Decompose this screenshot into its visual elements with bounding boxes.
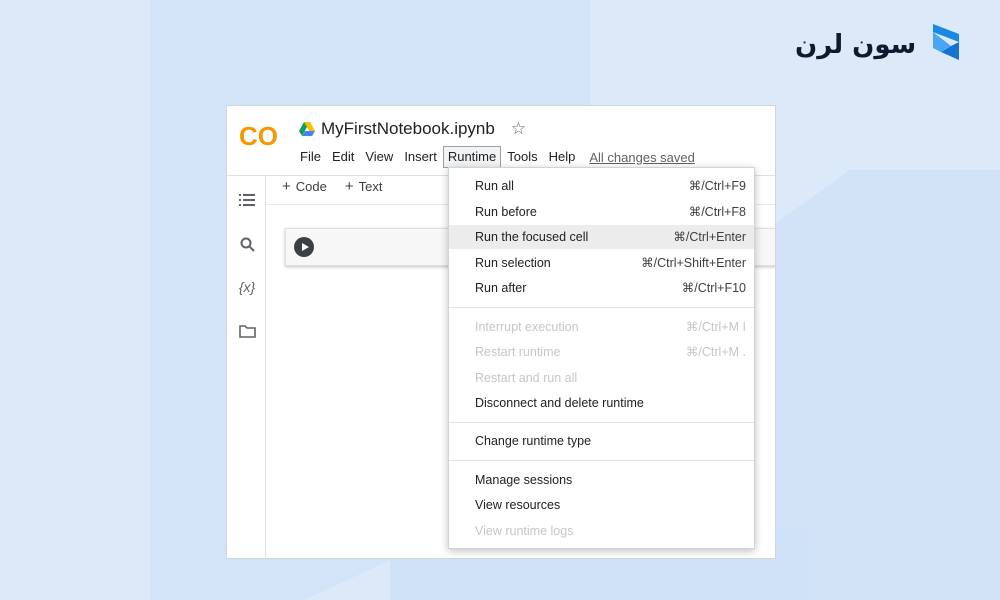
menu-item-label: Change runtime type bbox=[475, 434, 592, 449]
menu-item-manage-sessions[interactable]: Manage sessions bbox=[449, 468, 754, 492]
add-code-button[interactable]: + Code bbox=[282, 178, 327, 195]
menu-item-run-all[interactable]: Run all ⌘/Ctrl+F9 bbox=[449, 174, 754, 198]
menu-help[interactable]: Help bbox=[544, 146, 581, 168]
variables-icon[interactable]: {x} bbox=[237, 277, 257, 297]
menu-item-view-runtime-logs: View runtime logs bbox=[449, 519, 754, 543]
title-row: MyFirstNotebook.ipynb ☆ bbox=[299, 118, 526, 140]
toc-icon[interactable] bbox=[237, 190, 257, 210]
star-icon[interactable]: ☆ bbox=[511, 119, 526, 139]
menu-item-shortcut: ⌘/Ctrl+F8 bbox=[688, 204, 746, 219]
colab-logo-icon: CO bbox=[239, 121, 278, 150]
menu-item-shortcut: ⌘/Ctrl+Enter bbox=[673, 230, 746, 245]
menu-item-view-resources[interactable]: View resources bbox=[449, 493, 754, 517]
menu-view[interactable]: View bbox=[360, 146, 398, 168]
menu-insert[interactable]: Insert bbox=[399, 146, 442, 168]
menu-item-change-runtime-type[interactable]: Change runtime type bbox=[449, 429, 754, 453]
brand-logo: سون لرن bbox=[795, 18, 975, 70]
brand-logo-text: سون لرن bbox=[795, 30, 917, 60]
menu-item-shortcut: ⌘/Ctrl+F10 bbox=[681, 281, 746, 296]
menu-item-label: Run after bbox=[475, 281, 527, 296]
menu-item-label: Interrupt execution bbox=[475, 319, 579, 334]
menu-item-label: Restart runtime bbox=[475, 345, 561, 360]
menu-edit[interactable]: Edit bbox=[327, 146, 359, 168]
add-text-label: Text bbox=[358, 179, 383, 194]
folder-icon-glyph bbox=[238, 324, 256, 338]
menu-tools[interactable]: Tools bbox=[502, 146, 542, 168]
cell-toolbar: + Code + Text bbox=[282, 178, 382, 195]
menu-item-run-the-focused-cell[interactable]: Run the focused cell ⌘/Ctrl+Enter bbox=[449, 225, 754, 250]
search-icon[interactable] bbox=[237, 234, 257, 254]
google-drive-icon bbox=[299, 122, 315, 136]
menu-item-label: Run all bbox=[475, 179, 514, 193]
menu-item-shortcut: ⌘/Ctrl+Shift+Enter bbox=[641, 255, 746, 270]
menu-item-label: Run selection bbox=[475, 255, 551, 270]
menu-item-shortcut: ⌘/Ctrl+F9 bbox=[688, 179, 746, 193]
menu-separator bbox=[449, 307, 754, 309]
menu-item-label: View runtime logs bbox=[475, 523, 574, 538]
add-code-label: Code bbox=[295, 179, 327, 194]
menu-item-run-after[interactable]: Run after ⌘/Ctrl+F10 bbox=[449, 276, 754, 300]
menu-item-disconnect-and-delete-runtime[interactable]: Disconnect and delete runtime bbox=[449, 391, 754, 415]
menu-item-restart-and-run-all: Restart and run all bbox=[449, 366, 754, 390]
menu-item-label: Run before bbox=[475, 204, 537, 219]
search-icon-glyph bbox=[240, 237, 255, 252]
menu-item-label: Restart and run all bbox=[475, 370, 578, 385]
menu-item-interrupt-execution: Interrupt execution ⌘/Ctrl+M I bbox=[449, 315, 754, 339]
run-cell-icon[interactable] bbox=[294, 237, 314, 257]
menu-item-shortcut: ⌘/Ctrl+M . bbox=[685, 345, 746, 360]
plus-icon: + bbox=[282, 178, 291, 195]
add-text-button[interactable]: + Text bbox=[345, 178, 383, 195]
menu-bar: File Edit View Insert Runtime Tools Help… bbox=[295, 146, 695, 168]
menu-item-label: Run the focused cell bbox=[475, 230, 589, 245]
folder-icon[interactable] bbox=[237, 321, 257, 341]
menu-separator bbox=[449, 460, 754, 462]
menu-item-label: Manage sessions bbox=[475, 472, 573, 487]
menu-item-shortcut: ⌘/Ctrl+M I bbox=[685, 319, 746, 334]
menu-item-run-selection[interactable]: Run selection ⌘/Ctrl+Shift+Enter bbox=[449, 251, 754, 275]
save-status-link[interactable]: All changes saved bbox=[589, 150, 695, 165]
notebook-title[interactable]: MyFirstNotebook.ipynb bbox=[321, 119, 495, 139]
colab-logo-text: CO bbox=[239, 121, 278, 150]
left-sidebar: {x} bbox=[227, 176, 266, 558]
menu-separator bbox=[449, 422, 754, 424]
menu-file[interactable]: File bbox=[295, 146, 326, 168]
menu-item-label: Disconnect and delete runtime bbox=[475, 396, 644, 411]
runtime-dropdown-menu: Run all ⌘/Ctrl+F9 Run before ⌘/Ctrl+F8 Run t… bbox=[448, 167, 755, 549]
brand-logo-icon bbox=[933, 24, 959, 60]
menu-item-label: View resources bbox=[475, 498, 561, 513]
menu-item-restart-runtime: Restart runtime ⌘/Ctrl+M . bbox=[449, 340, 754, 364]
toc-icon-glyph bbox=[239, 194, 255, 206]
menu-item-run-before[interactable]: Run before ⌘/Ctrl+F8 bbox=[449, 200, 754, 224]
menu-runtime[interactable]: Runtime bbox=[442, 146, 502, 168]
plus-icon: + bbox=[344, 178, 354, 195]
